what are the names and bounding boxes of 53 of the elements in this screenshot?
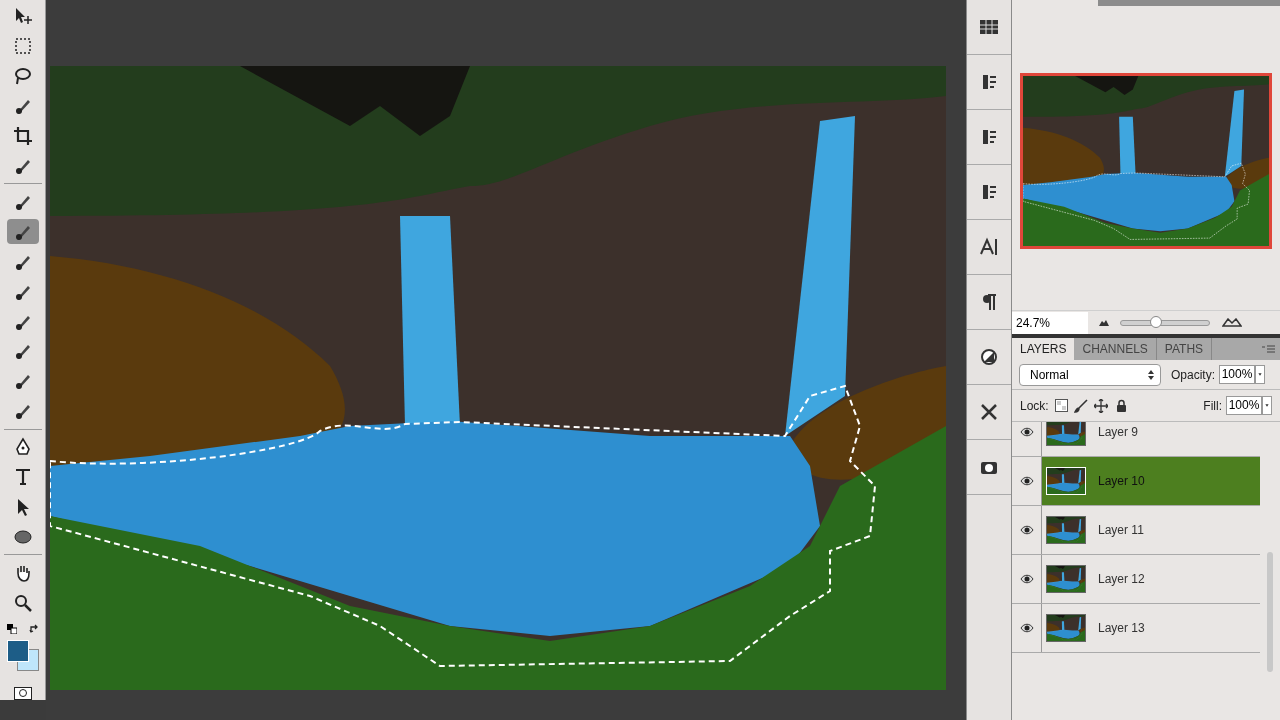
zoom-slider[interactable] xyxy=(1120,319,1210,326)
layer-row[interactable]: Layer 13 xyxy=(1042,604,1260,652)
layer-thumbnail xyxy=(1046,422,1086,446)
brush-icon[interactable] xyxy=(1073,398,1088,413)
blend-mode-value: Normal xyxy=(1030,366,1069,384)
layer-row[interactable]: Layer 10 xyxy=(1042,457,1260,505)
layer-thumbnail xyxy=(1046,516,1086,544)
marquee-icon[interactable] xyxy=(12,36,33,57)
layer-thumbnail xyxy=(1046,614,1086,642)
foreground-color-swatch[interactable] xyxy=(6,640,29,663)
zoom-slider-thumb[interactable] xyxy=(1150,315,1163,328)
swap-colors-icon[interactable] xyxy=(28,624,39,635)
opacity-label: Opacity: xyxy=(1171,366,1215,384)
blend-mode-dropdown[interactable]: Normal xyxy=(1019,363,1161,386)
character-icon[interactable] xyxy=(979,237,999,257)
swatches-icon[interactable] xyxy=(979,17,999,37)
zoom-field[interactable]: 24.7% xyxy=(1012,311,1088,334)
caret-icon[interactable] xyxy=(1255,365,1265,384)
lock-label: Lock: xyxy=(1020,397,1049,415)
eye-icon[interactable] xyxy=(1019,574,1034,584)
scrollbar-thumb[interactable] xyxy=(1267,552,1273,672)
zoom-icon[interactable] xyxy=(12,592,33,613)
lasso-icon[interactable] xyxy=(12,66,33,87)
eye-icon[interactable] xyxy=(1019,623,1034,633)
layer-name: Layer 10 xyxy=(1098,473,1145,490)
panel-tab[interactable]: LAYERS xyxy=(1012,338,1075,360)
crop-icon[interactable] xyxy=(12,126,33,147)
layer-name: Layer 13 xyxy=(1098,620,1145,637)
eye-icon[interactable] xyxy=(1019,525,1034,535)
stepper-icon xyxy=(1148,368,1154,381)
layer-name: Layer 12 xyxy=(1098,571,1145,588)
tools-icon[interactable] xyxy=(979,402,999,422)
eye-icon[interactable] xyxy=(1019,427,1034,437)
move-icon[interactable] xyxy=(1093,398,1108,413)
layer-thumbnail xyxy=(1046,565,1086,593)
quick-mask-button[interactable] xyxy=(13,686,32,700)
eye-icon[interactable] xyxy=(1019,476,1034,486)
layer-thumbnail xyxy=(1046,467,1086,495)
fill-label: Fill: xyxy=(1203,397,1222,415)
layer-row[interactable]: Layer 9 xyxy=(1042,422,1260,456)
caret-icon[interactable] xyxy=(1262,396,1272,415)
adjustments-icon[interactable] xyxy=(979,347,999,367)
layer-row[interactable]: Layer 11 xyxy=(1042,506,1260,554)
lock-icon[interactable] xyxy=(1115,399,1127,412)
zoom-out-icon[interactable] xyxy=(1098,318,1110,327)
layer-name: Layer 11 xyxy=(1098,522,1144,539)
lock-transparency-icon[interactable] xyxy=(1054,399,1068,412)
default-colors-icon[interactable] xyxy=(6,624,17,635)
fill-field[interactable]: 100% xyxy=(1226,396,1262,415)
layer-name: Layer 9 xyxy=(1098,424,1139,441)
layer-row[interactable]: Layer 12 xyxy=(1042,555,1260,603)
opacity-field[interactable]: 100% xyxy=(1219,365,1255,384)
zoom-in-icon[interactable] xyxy=(1222,318,1242,327)
